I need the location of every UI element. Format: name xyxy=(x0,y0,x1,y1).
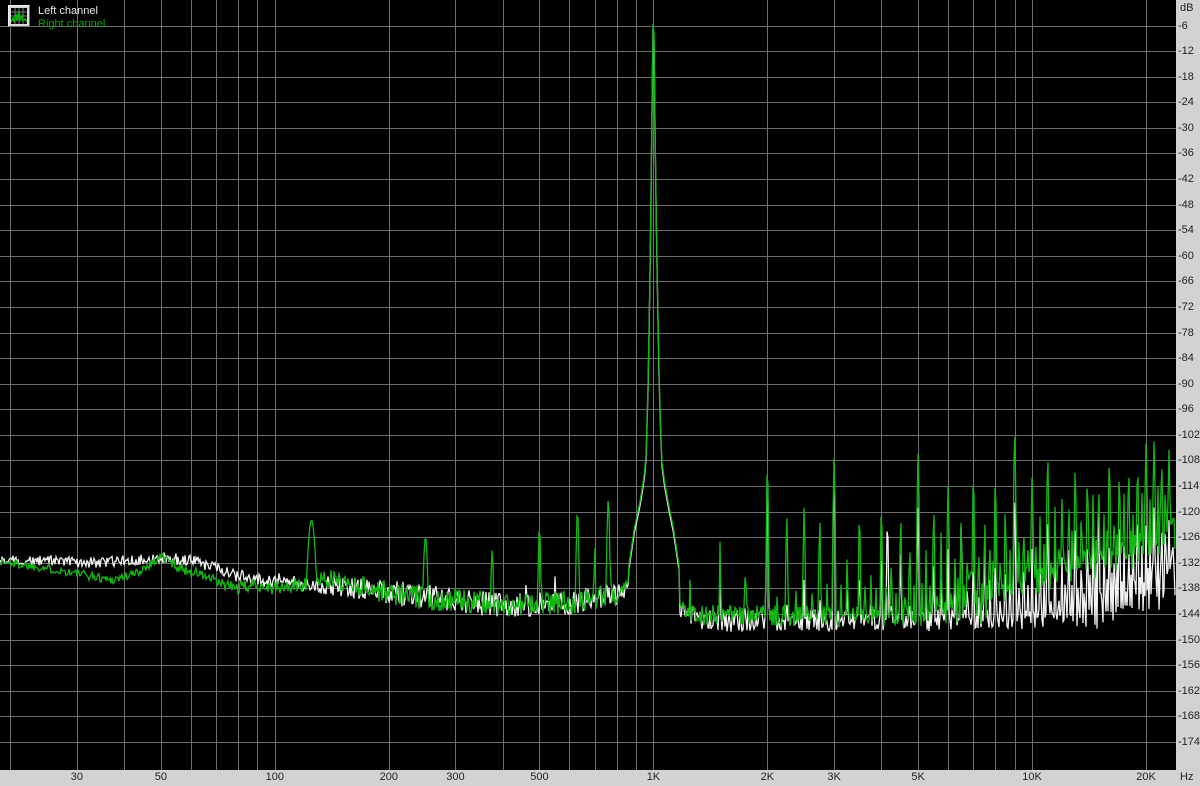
db-tick-label: -144 xyxy=(1178,607,1200,620)
freq-tick-label: 300 xyxy=(446,771,465,783)
db-tick-label: -132 xyxy=(1178,556,1200,569)
freq-tick-label: 5K xyxy=(911,771,925,783)
right-channel-trace xyxy=(0,23,1176,629)
freq-tick-label: 10K xyxy=(1022,771,1042,783)
spectrum-chart-svg xyxy=(0,0,1176,770)
db-tick-label: -18 xyxy=(1178,70,1194,83)
db-tick-label: -84 xyxy=(1178,352,1194,365)
freq-tick-label: 2K xyxy=(760,771,775,783)
left-channel-trace xyxy=(0,28,1176,633)
db-tick-label: -60 xyxy=(1178,249,1194,262)
spectrum-icon xyxy=(8,5,30,27)
freq-tick-label: 3K xyxy=(827,771,841,783)
hz-unit-label: Hz xyxy=(1180,771,1194,783)
db-tick-label: -24 xyxy=(1178,96,1194,109)
freq-tick-label: 30 xyxy=(70,771,83,783)
db-tick-label: -30 xyxy=(1178,121,1194,134)
frequency-axis: 30 50 100 200 300 500 1K 2K 3K 5K 10K 20K xyxy=(0,770,1176,786)
db-tick-label: -96 xyxy=(1178,403,1194,416)
db-tick-label: -156 xyxy=(1178,659,1200,672)
legend: Left channel Right channel xyxy=(8,5,105,31)
spectrum-analyzer-window: Left channel Right channel dB Hz -6 -12 -1… xyxy=(0,0,1200,786)
legend-left-label: Left channel xyxy=(38,5,98,17)
db-tick-label: -54 xyxy=(1178,224,1194,237)
db-tick-label: -114 xyxy=(1178,480,1200,493)
db-tick-label: -138 xyxy=(1178,582,1200,595)
db-tick-label: -108 xyxy=(1178,454,1200,467)
db-tick-label: -102 xyxy=(1178,428,1200,441)
db-axis: dB Hz -6 -12 -18 -24 -30 -36 -42 -48 -54 -60 -66 -7… xyxy=(1176,0,1200,786)
db-tick-label: -78 xyxy=(1178,326,1194,339)
db-tick-label: -72 xyxy=(1178,300,1194,313)
db-tick-label: -120 xyxy=(1178,505,1200,518)
freq-tick-label: 100 xyxy=(265,771,284,783)
db-tick-label: -162 xyxy=(1178,684,1200,697)
db-tick-label: -48 xyxy=(1178,198,1194,211)
grid xyxy=(0,0,1176,770)
db-tick-label: -42 xyxy=(1178,173,1194,186)
freq-tick-label: 200 xyxy=(379,771,398,783)
db-tick-label: -6 xyxy=(1178,19,1188,32)
freq-tick-label: 50 xyxy=(154,771,167,783)
db-tick-label: -12 xyxy=(1178,45,1194,58)
db-tick-label: -90 xyxy=(1178,377,1194,390)
db-tick-label: -66 xyxy=(1178,275,1194,288)
db-tick-label: -36 xyxy=(1178,147,1194,160)
traces xyxy=(0,23,1176,633)
freq-tick-label: 20K xyxy=(1136,771,1156,783)
db-tick-label: -126 xyxy=(1178,531,1200,544)
legend-right-label: Right channel xyxy=(38,18,106,30)
db-tick-label: -174 xyxy=(1178,735,1200,748)
freq-tick-label: 1K xyxy=(646,771,661,783)
db-tick-label: -150 xyxy=(1178,633,1200,646)
db-unit-label: dB xyxy=(1180,2,1194,14)
freq-tick-label: 500 xyxy=(530,771,549,783)
db-tick-label: -168 xyxy=(1178,710,1200,723)
spectrum-plot[interactable]: Left channel Right channel xyxy=(0,0,1176,770)
